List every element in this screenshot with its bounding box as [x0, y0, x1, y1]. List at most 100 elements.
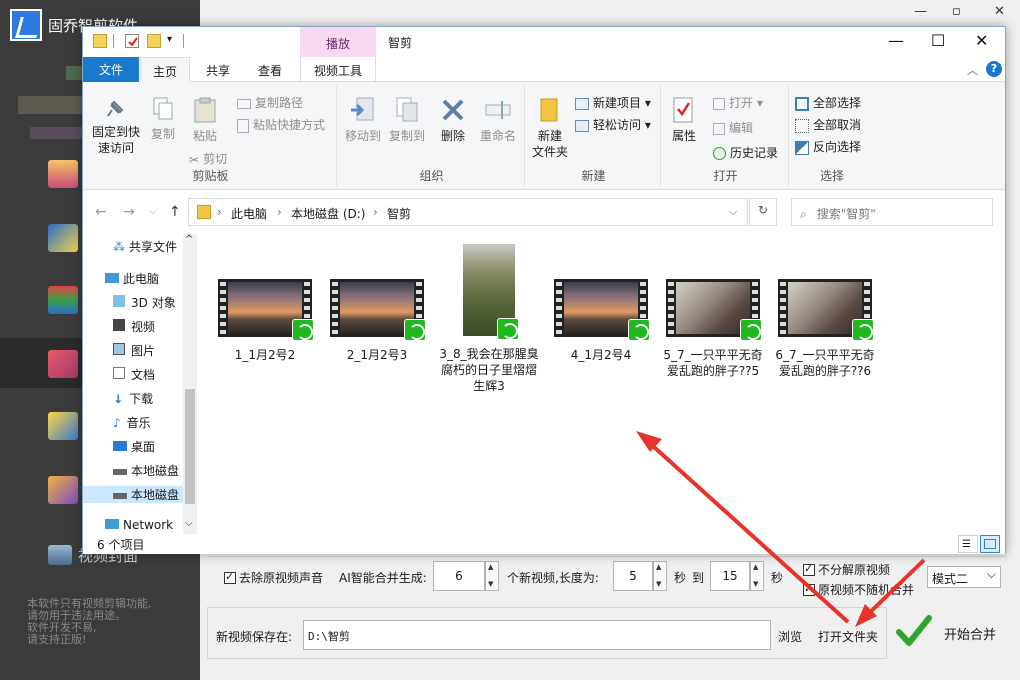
file-item[interactable]: 2_1月2号3 [327, 279, 427, 363]
maximize-icon[interactable]: ☐ [931, 31, 945, 50]
length-max-value[interactable]: 15 [711, 569, 749, 583]
help-icon[interactable]: ? [986, 61, 1002, 77]
contextual-tab-play[interactable]: 播放 [300, 27, 376, 57]
file-item[interactable]: 6_7_一只平平无奇爱乱跑的胖子??6 [775, 279, 875, 379]
nav-scrollbar[interactable]: ^ ⌵ [183, 234, 197, 534]
easy-access-button[interactable]: 轻松访问 ▾ [575, 116, 651, 133]
remove-audio-checkbox[interactable]: 去除原视频声音 [224, 569, 323, 586]
pin-quick-access-button[interactable]: 固定到快 速访问 [89, 96, 143, 156]
paste-shortcut-button[interactable]: 粘贴快捷方式 [237, 116, 325, 133]
new-item-button[interactable]: 新建项目 ▾ [575, 94, 651, 111]
open-button[interactable]: 打开 ▾ [713, 94, 763, 111]
checkbox-icon[interactable] [803, 582, 815, 596]
checkbox-icon[interactable] [803, 562, 815, 576]
no-decompose-checkbox[interactable]: 不分解原视频 [803, 561, 890, 578]
breadcrumb-this-pc[interactable]: 此电脑 [231, 205, 267, 222]
mode-select[interactable]: 模式二 [927, 566, 1001, 588]
disclaimer-note: 本软件只有视频剪辑功能, 请勿用于违法用途。 软件开发不易, 请支持正版! [27, 598, 197, 646]
video-icon [113, 319, 125, 331]
video-badge-icon [404, 319, 426, 341]
tab-share[interactable]: 共享 [195, 57, 241, 82]
new-folder-quick-icon[interactable] [147, 34, 161, 48]
nav-label: 下载 [129, 392, 154, 406]
group-label-organize: 组织 [419, 169, 444, 183]
select-all-button[interactable]: 全部选择 [795, 94, 861, 111]
move-to-button[interactable]: 移动到 [341, 96, 385, 144]
rename-button[interactable]: 重命名 [475, 96, 521, 144]
maximize-icon[interactable]: ▫ [952, 4, 961, 19]
back-icon[interactable]: ← [95, 204, 107, 220]
edit-button[interactable]: 编辑 [713, 119, 753, 136]
select-none-button[interactable]: 全部取消 [795, 116, 861, 133]
length-min-spinner[interactable]: 5 [613, 561, 653, 591]
merge-icon[interactable] [48, 350, 78, 378]
video-badge-icon [740, 319, 762, 341]
close-icon[interactable]: ✕ [975, 31, 988, 50]
file-item[interactable]: 5_7_一只平平无奇爱乱跑的胖子??5 [663, 279, 763, 379]
start-merge-button[interactable]: 开始合并 [890, 607, 1008, 659]
browse-button[interactable]: 浏览 [778, 628, 802, 645]
nav-item-local-disk-d[interactable]: 本地磁盘 [83, 486, 183, 503]
video-thumbnail [554, 279, 650, 341]
image-icon[interactable] [48, 412, 78, 440]
breadcrumb-drive-d[interactable]: 本地磁盘 (D:) [291, 205, 365, 222]
breadcrumb-current-folder[interactable]: 智剪 [387, 205, 411, 222]
minimize-icon[interactable]: — [914, 4, 927, 19]
minimize-icon[interactable]: — [888, 31, 904, 50]
count-spin-arrows[interactable] [485, 561, 499, 591]
length-min-value[interactable]: 5 [614, 569, 652, 583]
checkbox-icon[interactable] [224, 570, 236, 584]
refresh-button[interactable]: ↻ [749, 198, 777, 226]
recent-dropdown-icon[interactable]: ⌵ [149, 206, 157, 217]
properties-button[interactable]: 属性 [667, 96, 701, 144]
tab-home[interactable]: 主页 [140, 57, 190, 82]
close-icon[interactable]: ✕ [994, 4, 1005, 19]
length-max-spin-arrows[interactable] [750, 561, 764, 591]
copy-to-button[interactable]: 复制到 [385, 96, 429, 144]
address-bar[interactable]: › 此电脑 › 本地磁盘 (D:) › 智剪 ⌵ [188, 198, 748, 226]
cover-icon[interactable] [48, 545, 72, 565]
length-max-spinner[interactable]: 15 [710, 561, 750, 591]
search-input[interactable]: ⌕ 搜索"智剪" [791, 198, 993, 226]
scroll-down-icon[interactable]: ⌵ [185, 518, 193, 529]
length-min-spin-arrows[interactable] [653, 561, 667, 591]
magic-icon[interactable] [48, 224, 78, 252]
cut-button[interactable]: ✂ 剪切 [189, 150, 227, 167]
up-icon[interactable]: ↑ [169, 204, 181, 220]
group-label-clipboard: 剪贴板 [192, 169, 229, 183]
user-icon[interactable] [48, 160, 78, 188]
tab-view[interactable]: 查看 [247, 57, 293, 82]
customize-quick-access-icon[interactable]: ▾ [167, 34, 181, 48]
scrollbar-thumb[interactable] [185, 389, 195, 504]
copy-path-button[interactable]: 复制路径 [237, 94, 303, 111]
tab-video-tools[interactable]: 视频工具 [300, 57, 376, 82]
delete-button[interactable]: 删除 [437, 96, 469, 144]
file-item[interactable]: 4_1月2号4 [551, 279, 651, 363]
large-icons-view-button[interactable] [980, 535, 1000, 553]
video-thumbnail [218, 279, 314, 341]
tab-file[interactable]: 文件 [83, 57, 139, 82]
copy-button[interactable]: 复制 [145, 96, 181, 142]
no-random-merge-checkbox[interactable]: 原视频不随机合并 [803, 581, 914, 598]
seconds-label: 秒 [674, 571, 687, 585]
count-spinner[interactable]: 6 [433, 561, 485, 591]
paste-button[interactable]: 粘贴 [185, 96, 225, 144]
save-path-input[interactable]: D:\智剪 [303, 620, 771, 650]
properties-quick-icon[interactable] [125, 34, 139, 48]
scroll-up-icon[interactable]: ^ [185, 234, 193, 245]
details-view-button[interactable]: ☰ [958, 535, 978, 553]
collapse-ribbon-icon[interactable]: ︿ [967, 62, 978, 78]
gift-icon[interactable] [48, 476, 78, 504]
file-item[interactable]: 1_1月2号2 [215, 279, 315, 363]
status-bar: 6 个项目 ☰ [83, 534, 1005, 554]
layers-icon[interactable] [48, 286, 78, 314]
open-folder-button[interactable]: 打开文件夹 [818, 628, 878, 645]
count-value[interactable]: 6 [434, 569, 484, 583]
history-button[interactable]: 历史记录 [713, 144, 778, 161]
forward-icon[interactable]: → [123, 204, 135, 220]
new-folder-button[interactable]: 新建 文件夹 [529, 96, 571, 160]
invert-selection-button[interactable]: 反向选择 [795, 138, 861, 155]
address-dropdown-icon[interactable]: ⌵ [729, 205, 737, 219]
edit-icon [713, 122, 725, 135]
file-item[interactable]: 3_8_我会在那腥臭腐朽的日子里熠熠生辉3 [439, 244, 539, 394]
